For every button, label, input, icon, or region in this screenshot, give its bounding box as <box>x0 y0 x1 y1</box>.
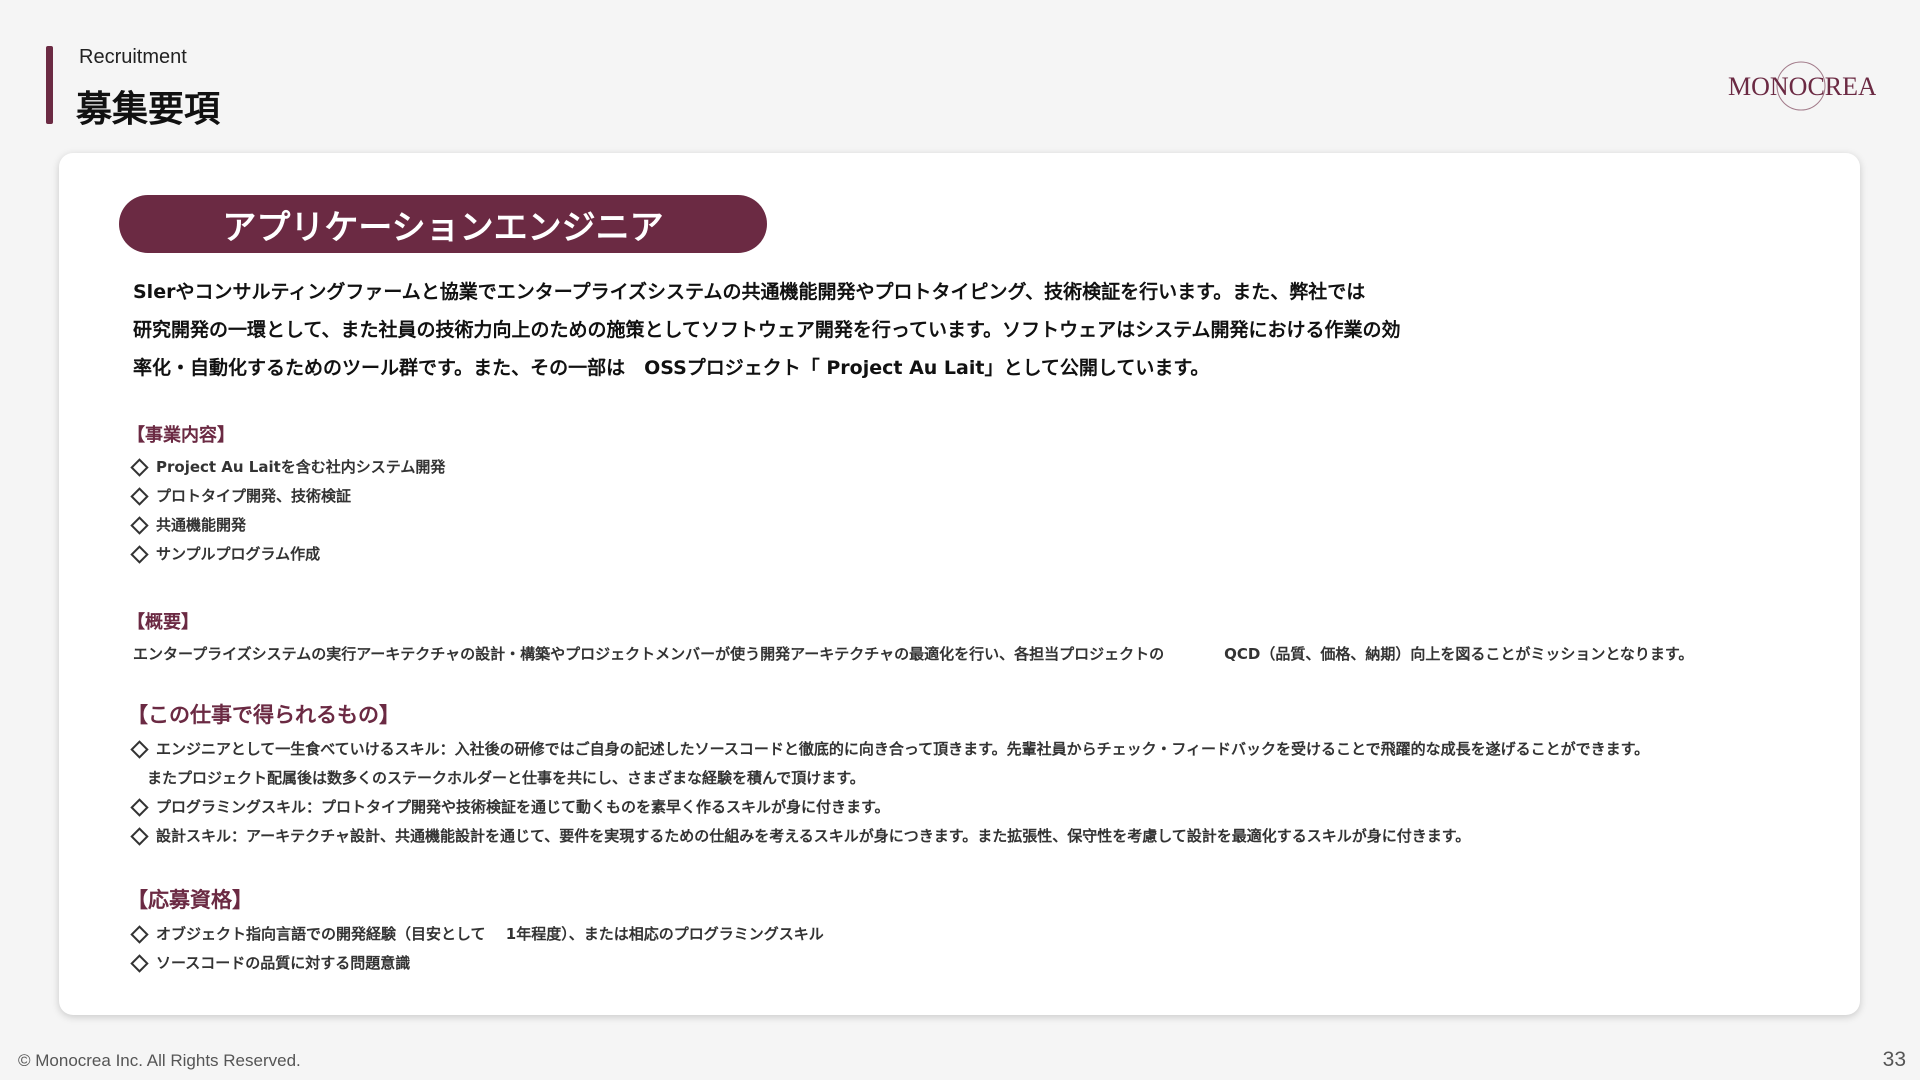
diamond-bullet-icon <box>130 797 149 817</box>
header-subtitle: Recruitment <box>79 46 187 68</box>
job-title-pill: アプリケーションエンジニア <box>119 195 767 253</box>
intro-line: 研究開発の一環として、また社員の技術力向上のための施策としてソフトウェア開発を行… <box>133 319 1401 341</box>
business-heading: 【事業内容】 <box>127 425 235 446</box>
diamond-bullet-icon <box>130 457 149 477</box>
list-item: 共通機能開発 <box>127 511 445 540</box>
gains-heading: 【この仕事で得られるもの】 <box>127 703 400 727</box>
gains-list: エンジニアとして一生食べていけるスキル：入社後の研修ではご自身の記述したソースコ… <box>127 735 1649 851</box>
requirements-list: オブジェクト指向言語での開発経験（目安として 1年程度）、または相応のプログラミ… <box>127 920 824 978</box>
list-item: 設計スキル：アーキテクチャ設計、共通機能設計を通じて、要件を実現するための仕組み… <box>127 822 1649 851</box>
page-number: 33 <box>1882 1048 1906 1071</box>
requirements-heading: 【応募資格】 <box>127 888 253 912</box>
job-intro: Slerやコンサルティングファームと協業でエンタープライズシステムの共通機能開発… <box>133 273 1633 387</box>
diamond-bullet-icon <box>130 826 149 846</box>
diamond-bullet-icon <box>130 739 149 759</box>
intro-line: 率化・自動化するためのツール群です。また、その一部は OSSプロジェクト「 Pr… <box>133 357 1210 379</box>
header-accent-bar <box>46 46 53 124</box>
business-list: Project Au Laitを含む社内システム開発 プロトタイプ開発、技術検証… <box>127 453 445 569</box>
list-item: プログラミングスキル：プロトタイプ開発や技術検証を通じて動くものを素早く作るスキ… <box>127 793 1649 822</box>
company-logo: MONOCREA <box>1726 52 1877 122</box>
diamond-bullet-icon <box>130 515 149 535</box>
diamond-bullet-icon <box>130 924 149 944</box>
page-title: 募集要項 <box>76 89 221 130</box>
summary-text: エンタープライズシステムの実行アーキテクチャの設計・構築やプロジェクトメンバーが… <box>133 645 1694 663</box>
list-item: Project Au Laitを含む社内システム開発 <box>127 453 445 482</box>
job-card: アプリケーションエンジニア Slerやコンサルティングファームと協業でエンタープ… <box>59 153 1860 1015</box>
summary-heading: 【概要】 <box>127 612 199 633</box>
requirements-section: 【応募資格】 オブジェクト指向言語での開発経験（目安として 1年程度）、または相… <box>127 884 824 978</box>
logo-text: MONOCREA <box>1728 72 1876 101</box>
list-item-continuation: またプロジェクト配属後は数多くのステークホルダーと仕事を共にし、さまざまな経験を… <box>147 769 865 787</box>
diamond-bullet-icon <box>130 953 149 973</box>
list-item: エンジニアとして一生食べていけるスキル：入社後の研修ではご自身の記述したソースコ… <box>127 735 1649 764</box>
list-item: サンプルプログラム作成 <box>127 540 445 569</box>
list-item: オブジェクト指向言語での開発経験（目安として 1年程度）、または相応のプログラミ… <box>127 920 824 949</box>
diamond-bullet-icon <box>130 544 149 564</box>
business-section: 【事業内容】 Project Au Laitを含む社内システム開発 プロトタイプ… <box>127 421 445 569</box>
intro-line: Slerやコンサルティングファームと協業でエンタープライズシステムの共通機能開発… <box>133 281 1366 303</box>
gains-section: 【この仕事で得られるもの】 エンジニアとして一生食べていけるスキル：入社後の研修… <box>127 699 1649 851</box>
list-item: ソースコードの品質に対する問題意識 <box>127 949 824 978</box>
footer-copyright: © Monocrea Inc. All Rights Reserved. <box>18 1051 301 1070</box>
summary-section: 【概要】 エンタープライズシステムの実行アーキテクチャの設計・構築やプロジェクト… <box>127 608 1693 668</box>
diamond-bullet-icon <box>130 486 149 506</box>
list-item: プロトタイプ開発、技術検証 <box>127 482 445 511</box>
